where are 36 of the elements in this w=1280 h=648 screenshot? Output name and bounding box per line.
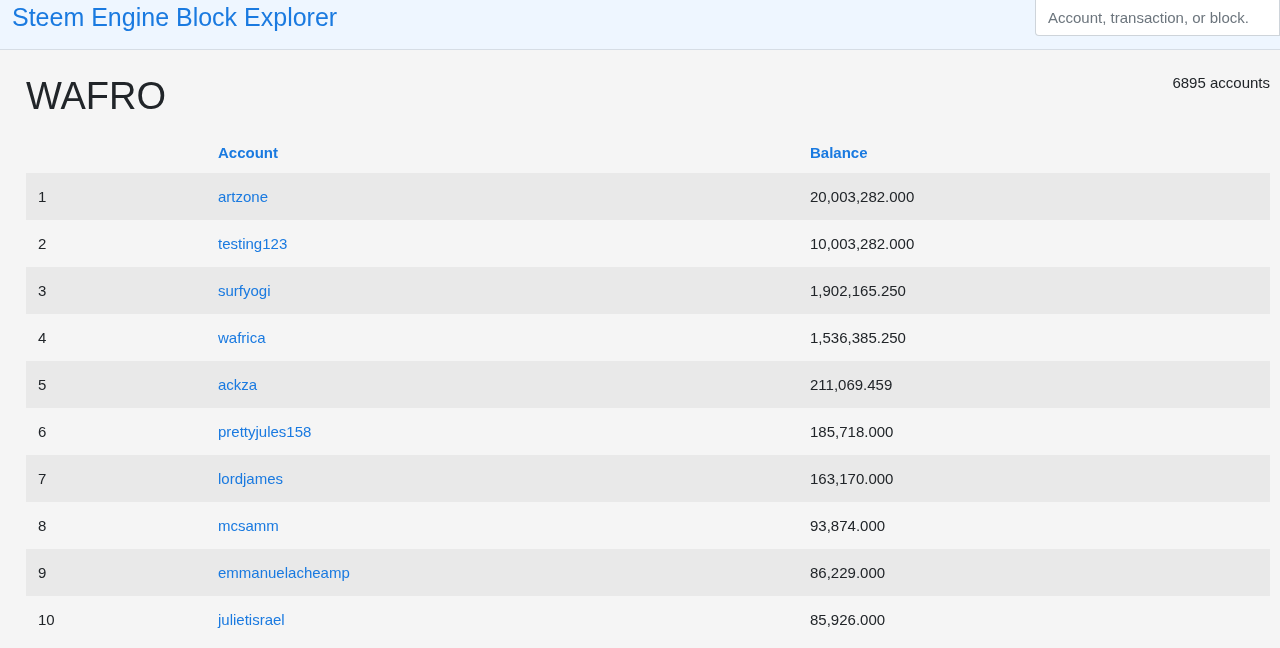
rank-cell: 3 — [26, 267, 218, 314]
balance-cell: 20,003,282.000 — [810, 173, 1270, 220]
account-link[interactable]: wafrica — [218, 314, 810, 361]
balance-cell-text: 1,536,385.250 — [810, 328, 907, 348]
rank-cell: 9 — [26, 549, 218, 596]
account-link[interactable]: lordjames — [218, 455, 810, 502]
rank-cell-text: 8 — [37, 516, 48, 536]
rank-cell-text: 2 — [37, 234, 48, 254]
rank-cell: 1 — [26, 173, 218, 220]
account-link[interactable]: julietisrael — [218, 596, 810, 643]
account-link[interactable]: artzone — [218, 173, 810, 220]
account-link[interactable]: emmanuelacheamp — [218, 549, 810, 596]
balance-cell: 163,170.000 — [810, 455, 1270, 502]
site-title[interactable]: Steem Engine Block Explorer — [12, 2, 338, 32]
balance-cell-text: 85,926.000 — [810, 610, 887, 630]
balance-cell: 86,229.000 — [810, 549, 1270, 596]
token-symbol: WAFRO — [26, 74, 166, 119]
balance-cell-text: 185,718.000 — [810, 422, 895, 442]
rank-cell: 7 — [26, 455, 218, 502]
rank-cell-text: 10 — [37, 610, 56, 630]
search-field[interactable]: Account, transaction, or block. — [1035, 0, 1280, 36]
rank-cell: 5 — [26, 361, 218, 408]
account-link[interactable]: mcsamm — [218, 502, 810, 549]
balance-cell-text: 93,874.000 — [810, 516, 887, 536]
account-link[interactable]: testing123 — [218, 220, 810, 267]
column-header[interactable]: Account — [218, 134, 810, 173]
balance-cell: 1,902,165.250 — [810, 267, 1270, 314]
account-link[interactable]: prettyjules158 — [218, 408, 810, 455]
column-header[interactable]: Balance — [810, 134, 1270, 173]
rank-cell-text: 6 — [37, 422, 48, 442]
balance-cell-text: 10,003,282.000 — [810, 234, 916, 254]
balance-cell: 211,069.459 — [810, 361, 1270, 408]
account-link[interactable]: ackza — [218, 361, 810, 408]
account-count: 6895 accounts — [1172, 74, 1270, 91]
rank-cell-text: 4 — [37, 328, 48, 348]
account-link[interactable]: surfyogi — [218, 267, 810, 314]
